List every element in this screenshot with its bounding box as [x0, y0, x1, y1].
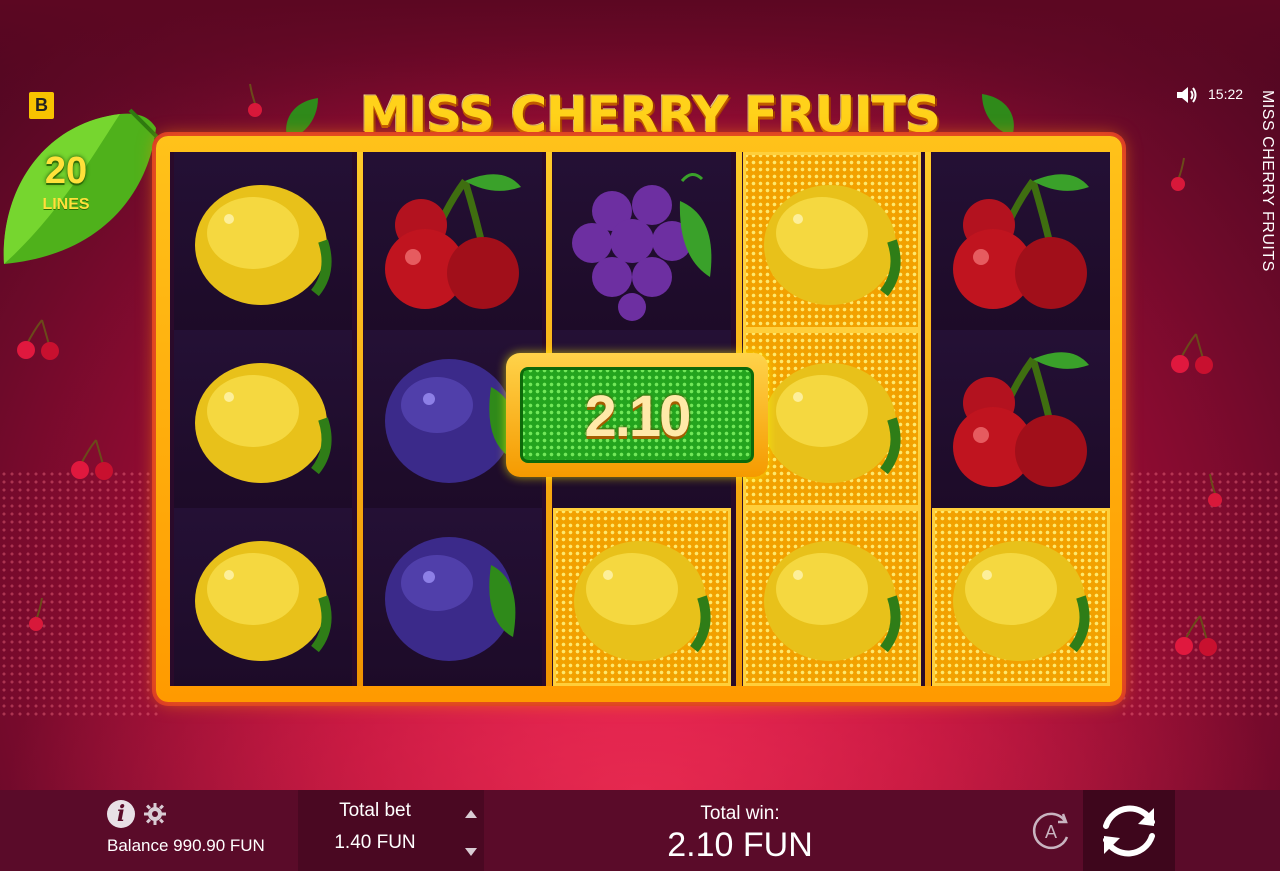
reel-cell-lemon [553, 508, 732, 686]
win-badge: 2.10 [506, 353, 768, 477]
reel-cell-lemon [742, 152, 921, 330]
reel-cell-grapes [553, 152, 732, 330]
vertical-title: MISS CHERRY FRUITS [1259, 90, 1276, 272]
cherry-icon [953, 174, 1090, 309]
lemon-icon [953, 541, 1090, 661]
bet-value: 1.40 FUN [334, 832, 416, 853]
cherry-icon [1171, 333, 1213, 374]
info-icon[interactable]: i [107, 800, 135, 828]
autoplay-letter: A [1045, 822, 1057, 842]
grapes-icon [572, 173, 712, 321]
reel-cell-lemon [932, 508, 1111, 686]
lemon-icon [195, 363, 332, 483]
total-win-label: Total win: [700, 803, 780, 824]
balance-text: Balance 990.90 FUN [107, 836, 265, 855]
cherry-icon [29, 597, 43, 631]
reel-cell-cherry [363, 152, 542, 330]
reel-cell-lemon [174, 508, 352, 686]
arrow-down-icon[interactable] [460, 842, 482, 862]
lemon-icon [763, 185, 901, 305]
autoplay-icon[interactable]: A [1029, 809, 1073, 853]
reel-cell-plum [363, 508, 542, 686]
reel-cell-cherry [932, 330, 1111, 508]
cherry-icon [1171, 157, 1185, 191]
sound-icon[interactable] [1176, 86, 1198, 104]
total-win-value: 2.10 FUN [667, 826, 813, 864]
lemon-icon [763, 363, 901, 483]
cherry-icon [248, 83, 262, 117]
arrow-up-icon[interactable] [460, 804, 482, 824]
reel-separator [356, 152, 363, 686]
cherry-icon [1208, 473, 1222, 507]
lines-count: 20 [44, 150, 88, 192]
reel-separator [925, 152, 932, 686]
cherry-icon [17, 319, 59, 360]
lemon-icon [574, 541, 711, 661]
reel-cell-cherry [932, 152, 1111, 330]
plum-icon [384, 537, 515, 661]
lemon-icon [195, 185, 332, 305]
cherry-icon [1175, 615, 1217, 656]
win-badge-inner: 2.10 [520, 367, 754, 463]
bet-label: Total bet [339, 800, 411, 821]
spin-icon[interactable] [1094, 798, 1164, 864]
reel-cell-lemon [174, 152, 352, 330]
cherry-icon [71, 439, 113, 480]
reel-cell-lemon [174, 330, 352, 508]
dots-decoration-left [0, 470, 160, 720]
cherry-icon [384, 174, 521, 309]
lines-label: LINES [42, 196, 90, 213]
lemon-icon [195, 541, 332, 661]
lemon-icon [763, 541, 901, 661]
reel-cell-lemon [742, 330, 921, 508]
win-badge-value: 2.10 [584, 384, 692, 449]
reel-cell-lemon [742, 508, 921, 686]
gear-icon[interactable] [144, 803, 166, 825]
cherry-icon [953, 352, 1090, 487]
